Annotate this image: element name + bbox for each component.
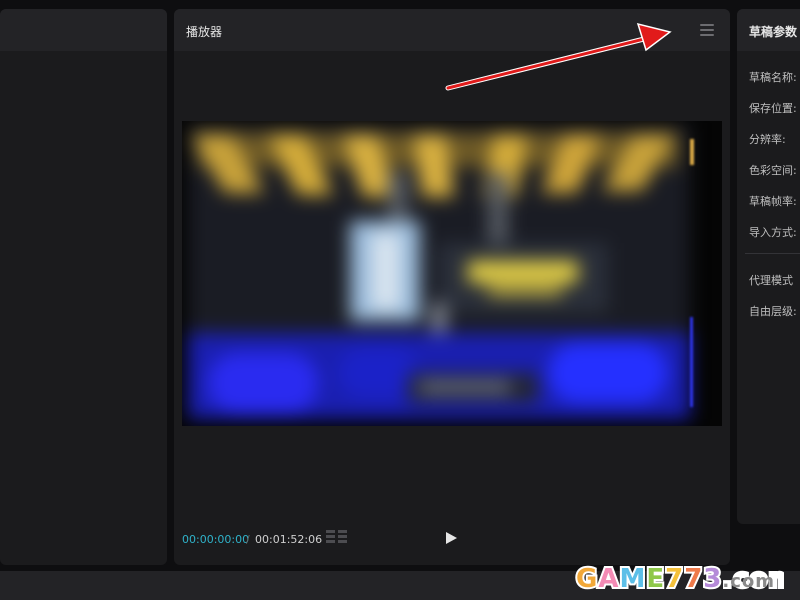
game773-watermark-logo: GAME773.com GAME773.com bbox=[574, 562, 784, 596]
left-panel-header bbox=[0, 9, 167, 51]
param-proxy-mode: 代理模式 bbox=[749, 274, 793, 287]
param-draft-name: 草稿名称: bbox=[749, 71, 797, 84]
play-icon[interactable] bbox=[446, 532, 457, 544]
param-frame-rate: 草稿帧率: bbox=[749, 195, 797, 208]
param-import-mode: 导入方式: bbox=[749, 226, 797, 239]
current-timecode: 00:00:00:00 bbox=[182, 533, 250, 546]
player-panel-header: 播放器 bbox=[174, 9, 730, 51]
left-panel bbox=[0, 9, 167, 565]
params-divider bbox=[745, 253, 800, 254]
param-color-space: 色彩空间: bbox=[749, 164, 797, 177]
draft-params-panel: 草稿参数 草稿名称: 保存位置: 分辨率: 色彩空间: 草稿帧率: 导入方式: … bbox=[737, 9, 800, 524]
player-title: 播放器 bbox=[186, 25, 223, 39]
player-panel: 播放器 00:00:00:00 / 00:01:52:06 bbox=[174, 9, 730, 565]
param-resolution: 分辨率: bbox=[749, 133, 786, 146]
blurred-video-frame bbox=[188, 123, 690, 419]
video-preview[interactable] bbox=[182, 121, 722, 426]
hamburger-menu-icon[interactable] bbox=[700, 24, 714, 36]
param-save-location: 保存位置: bbox=[749, 102, 797, 115]
total-timecode: 00:01:52:06 bbox=[255, 533, 323, 546]
param-free-layer: 自由层级: bbox=[749, 305, 797, 318]
grid-layout-icon[interactable] bbox=[326, 530, 348, 546]
draft-params-title: 草稿参数 bbox=[749, 25, 798, 39]
draft-params-header: 草稿参数 bbox=[737, 9, 800, 51]
timecode-separator: / bbox=[246, 533, 250, 546]
